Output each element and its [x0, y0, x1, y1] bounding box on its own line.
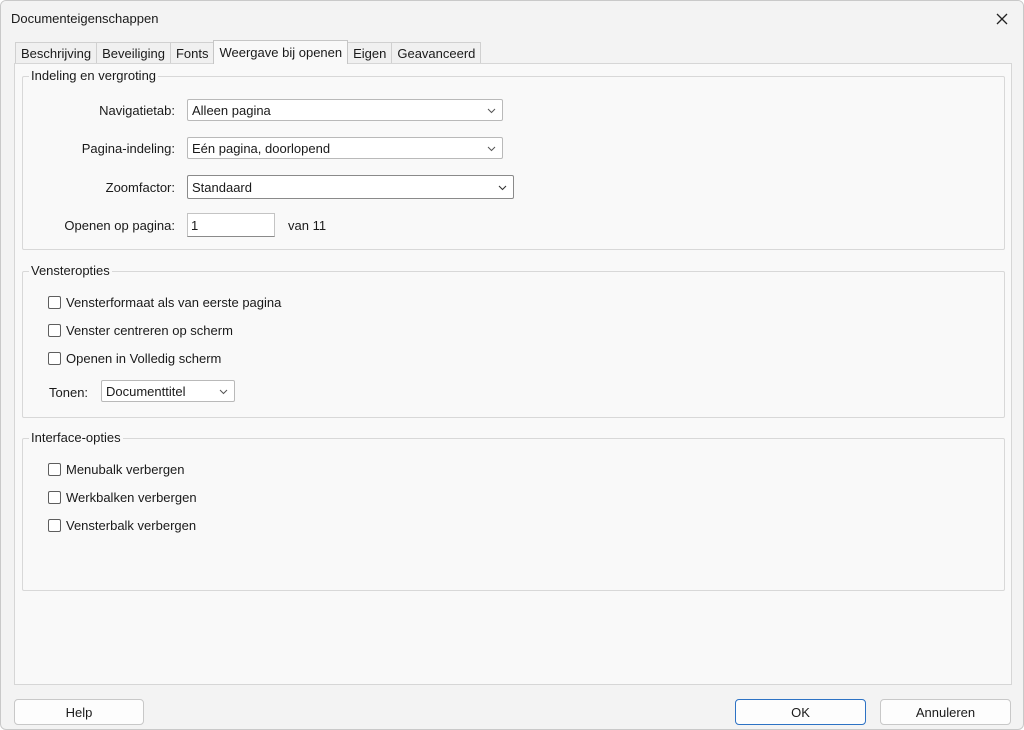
tab-panel: Indeling en vergroting Navigatietab: All… — [14, 63, 1012, 685]
close-icon — [996, 13, 1008, 25]
checkbox-box[interactable] — [48, 351, 61, 365]
page-layout-value: Eén pagina, doorlopend — [192, 141, 331, 156]
tab-weergave-bij-openen[interactable]: Weergave bij openen — [213, 40, 349, 64]
checkbox-hide-window-controls[interactable]: Vensterbalk verbergen — [48, 516, 196, 534]
checkbox-label: Venster centreren op scherm — [66, 322, 233, 338]
tab-beveiliging[interactable]: Beveiliging — [96, 42, 171, 64]
chevron-down-icon — [487, 146, 496, 152]
window-options-legend: Vensteropties — [29, 263, 112, 278]
tab-beschrijving[interactable]: Beschrijving — [15, 42, 98, 64]
show-select[interactable]: Documenttitel — [101, 380, 235, 402]
close-button[interactable] — [987, 5, 1017, 33]
checkbox-label: Menubalk verbergen — [66, 461, 185, 477]
dialog-title: Documenteigenschappen — [11, 11, 159, 26]
nav-tab-select[interactable]: Alleen pagina — [187, 99, 503, 121]
show-label: Tonen: — [49, 385, 89, 400]
interface-options-legend: Interface-opties — [29, 430, 123, 445]
chevron-down-icon — [219, 389, 228, 395]
interface-options-group: Interface-opties Menubalk verbergen Werk… — [22, 430, 1005, 591]
checkbox-box[interactable] — [48, 462, 61, 476]
checkbox-label: Vensterformaat als van eerste pagina — [66, 294, 282, 310]
layout-zoom-legend: Indeling en vergroting — [29, 68, 159, 83]
checkbox-hide-toolbars[interactable]: Werkbalken verbergen — [48, 488, 197, 506]
layout-zoom-group: Indeling en vergroting Navigatietab: All… — [22, 68, 1005, 250]
chevron-down-icon — [498, 185, 507, 191]
title-bar: Documenteigenschappen — [1, 1, 1023, 37]
nav-tab-value: Alleen pagina — [192, 103, 271, 118]
page-layout-select[interactable]: Eén pagina, doorlopend — [187, 137, 503, 159]
cancel-button[interactable]: Annuleren — [880, 699, 1011, 725]
page-layout-label: Pagina-indeling: — [81, 141, 175, 156]
checkbox-box[interactable] — [48, 518, 61, 532]
open-page-input[interactable]: 1 — [187, 213, 275, 237]
open-page-value: 1 — [191, 218, 199, 233]
ok-button[interactable]: OK — [735, 699, 866, 725]
open-page-label: Openen op pagina: — [64, 218, 175, 233]
checkbox-label: Openen in Volledig scherm — [66, 350, 222, 366]
zoom-select[interactable]: Standaard — [187, 175, 514, 199]
tab-eigen[interactable]: Eigen — [347, 42, 393, 64]
checkbox-center-window[interactable]: Venster centreren op scherm — [48, 321, 233, 339]
document-properties-dialog: Documenteigenschappen Beschrijving Bevei… — [0, 0, 1024, 730]
checkbox-box[interactable] — [48, 490, 61, 504]
chevron-down-icon — [487, 108, 496, 114]
checkbox-box[interactable] — [48, 295, 61, 309]
nav-tab-label: Navigatietab: — [99, 103, 175, 118]
help-button[interactable]: Help — [14, 699, 144, 725]
show-value: Documenttitel — [106, 384, 186, 399]
checkbox-label: Werkbalken verbergen — [66, 489, 197, 505]
page-count-text: van 11 — [288, 218, 327, 233]
tab-geavanceerd[interactable]: Geavanceerd — [391, 42, 482, 64]
tab-strip: Beschrijving Beveiliging Fonts Weergave … — [15, 40, 482, 64]
checkbox-label: Vensterbalk verbergen — [66, 517, 197, 533]
zoom-value: Standaard — [192, 180, 252, 195]
checkbox-full-screen[interactable]: Openen in Volledig scherm — [48, 349, 221, 367]
checkbox-window-size-first-page[interactable]: Vensterformaat als van eerste pagina — [48, 293, 281, 311]
zoom-label: Zoomfactor: — [105, 180, 175, 195]
checkbox-hide-menubar[interactable]: Menubalk verbergen — [48, 460, 185, 478]
checkbox-box[interactable] — [48, 323, 61, 337]
window-options-group: Vensteropties Vensterformaat als van eer… — [22, 263, 1005, 418]
tab-fonts[interactable]: Fonts — [169, 42, 215, 64]
